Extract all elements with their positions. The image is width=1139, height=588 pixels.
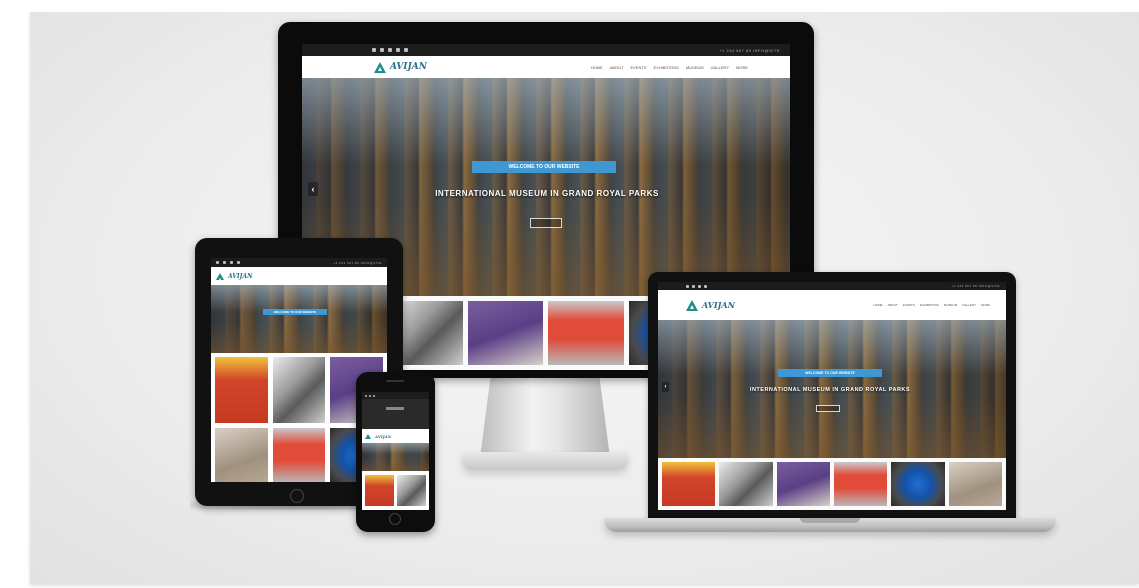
- site-navbar: AVIJAN: [362, 429, 429, 443]
- triangle-logo-icon: [365, 433, 371, 443]
- hero-banner: WELCOME TO OUR WEBSITE: [263, 309, 327, 315]
- thumbnail[interactable]: [548, 301, 625, 365]
- phone-header: [362, 399, 429, 429]
- thumbnail[interactable]: [948, 461, 1002, 507]
- site-topbar: +1 234 567 89 INFO@SITE: [211, 258, 387, 267]
- site-logo[interactable]: AVIJAN: [216, 272, 253, 282]
- event-card[interactable]: [365, 475, 394, 506]
- menu-item[interactable]: GALLERY: [711, 65, 729, 70]
- thumbnail[interactable]: [833, 461, 888, 507]
- logo-text: AVIJAN: [228, 272, 253, 280]
- monitor-stand: [480, 378, 610, 458]
- home-button-icon: [290, 489, 304, 503]
- phone-device: AVIJAN: [356, 372, 435, 532]
- phone-cards: [362, 471, 429, 510]
- logo-text: AVIJAN: [702, 300, 735, 310]
- laptop-device: +1 234 567 89 INFO@SITE AVIJAN HOME ABOU…: [648, 272, 1016, 520]
- event-card[interactable]: [215, 428, 268, 482]
- menu-item[interactable]: EVENTS: [630, 65, 646, 70]
- menu-item[interactable]: MUSEUM: [686, 65, 704, 70]
- menu-item[interactable]: ABOUT: [887, 303, 897, 307]
- site-navbar: AVIJAN HOME ABOUT EVENTS EXHIBITIONS MUS…: [658, 290, 1006, 320]
- social-icons: [686, 284, 707, 288]
- event-card[interactable]: [215, 357, 268, 423]
- site-logo[interactable]: AVIJAN: [374, 61, 427, 73]
- thumbnail[interactable]: [891, 461, 945, 507]
- site-topbar: +1 234 567 89 INFO@SITE: [302, 44, 790, 56]
- logo-text: AVIJAN: [375, 433, 392, 439]
- menu-item[interactable]: MORE: [736, 65, 748, 70]
- hero-button[interactable]: [816, 405, 840, 412]
- phone-speaker: [386, 380, 404, 382]
- monitor-stand-base: [462, 452, 628, 470]
- hero-button[interactable]: [530, 218, 562, 228]
- site-navbar: AVIJAN HOME ABOUT EVENTS EXHIBITIONS MUS…: [302, 56, 790, 78]
- topbar-contact: +1 234 567 89 INFO@SITE: [951, 284, 1000, 288]
- site-menu: HOME ABOUT EVENTS EXHIBITIONS MUSEUM GAL…: [591, 65, 748, 70]
- hero-slider: WELCOME TO OUR WEBSITE: [211, 285, 387, 353]
- menu-item[interactable]: HOME: [591, 65, 603, 70]
- site-topbar: [362, 392, 429, 399]
- site-navbar: AVIJAN: [211, 267, 387, 285]
- triangle-logo-icon: [216, 272, 224, 282]
- triangle-logo-icon: [374, 61, 386, 73]
- menu-item[interactable]: ABOUT: [610, 65, 624, 70]
- menu-item[interactable]: HOME: [873, 303, 882, 307]
- menu-item[interactable]: EVENTS: [903, 303, 915, 307]
- laptop-screen: +1 234 567 89 INFO@SITE AVIJAN HOME ABOU…: [658, 282, 1006, 510]
- event-card[interactable]: [272, 428, 326, 482]
- site-logo[interactable]: AVIJAN: [686, 299, 735, 311]
- thumbnail[interactable]: [467, 301, 544, 365]
- thumbnail[interactable]: [662, 461, 716, 507]
- event-card[interactable]: [397, 475, 426, 506]
- phone-header-text: [386, 407, 404, 410]
- menu-item[interactable]: GALLERY: [962, 303, 976, 307]
- home-button-icon: [389, 513, 401, 525]
- thumbnail[interactable]: [719, 461, 773, 507]
- site-topbar: +1 234 567 89 INFO@SITE: [658, 282, 1006, 290]
- site-logo[interactable]: AVIJAN: [365, 433, 392, 443]
- hero-banner: WELCOME TO OUR WEBSITE: [778, 369, 882, 377]
- social-icons: [216, 261, 240, 264]
- thumbnail-strip: [658, 458, 1006, 510]
- topbar-contact: +1 234 567 89 INFO@SITE: [719, 47, 780, 53]
- thumbnail[interactable]: [776, 461, 830, 507]
- menu-item[interactable]: EXHIBITIONS: [920, 303, 939, 307]
- hero-banner: WELCOME TO OUR WEBSITE: [472, 161, 616, 173]
- menu-item[interactable]: MUSEUM: [944, 303, 957, 307]
- logo-text: AVIJAN: [390, 62, 427, 72]
- hero-slider: WELCOME TO OUR WEBSITE INTERNATIONAL MUS…: [658, 320, 1006, 458]
- laptop-notch: [800, 518, 860, 523]
- chevron-left-icon[interactable]: ‹: [662, 382, 669, 392]
- phone-screen: AVIJAN: [362, 392, 429, 510]
- topbar-contact: +1 234 567 89 INFO@SITE: [333, 260, 382, 265]
- triangle-logo-icon: [686, 299, 698, 311]
- social-icons: [372, 48, 408, 52]
- menu-item[interactable]: EXHIBITIONS: [653, 65, 678, 70]
- site-menu: HOME ABOUT EVENTS EXHIBITIONS MUSEUM GAL…: [873, 303, 990, 307]
- social-icons: [365, 394, 375, 397]
- hero-title: INTERNATIONAL MUSEUM IN GRAND ROYAL PARK…: [435, 189, 659, 198]
- menu-item[interactable]: MORE: [981, 303, 990, 307]
- hero-slider: [362, 443, 429, 471]
- event-card[interactable]: [272, 357, 326, 423]
- hero-title: INTERNATIONAL MUSEUM IN GRAND ROYAL PARK…: [749, 387, 911, 393]
- chevron-left-icon[interactable]: ‹: [308, 182, 318, 196]
